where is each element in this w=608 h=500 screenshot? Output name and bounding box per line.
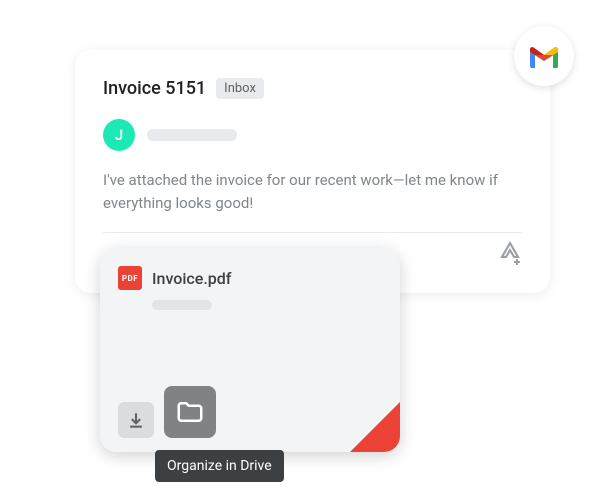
attachment-card[interactable]: PDF Invoice.pdf — [100, 248, 400, 452]
attachment-meta-placeholder — [152, 300, 212, 310]
email-body: I've attached the invoice for our recent… — [103, 169, 522, 214]
sender-name-placeholder — [147, 129, 237, 141]
organize-in-drive-button[interactable] — [164, 386, 216, 438]
gmail-icon — [514, 26, 574, 86]
pdf-icon: PDF — [118, 266, 142, 290]
attachment-header: PDF Invoice.pdf — [118, 266, 382, 290]
attachment-actions — [118, 386, 216, 438]
fold-corner-decoration — [350, 402, 400, 452]
tooltip: Organize in Drive — [155, 450, 284, 482]
divider — [103, 232, 522, 233]
download-button[interactable] — [118, 402, 154, 438]
add-to-drive-icon[interactable] — [498, 241, 522, 269]
subject-row: Invoice 5151 Inbox — [103, 78, 522, 99]
avatar[interactable]: J — [103, 119, 135, 151]
inbox-badge[interactable]: Inbox — [216, 78, 264, 99]
sender-row: J — [103, 119, 522, 151]
attachment-filename: Invoice.pdf — [152, 269, 231, 288]
email-subject: Invoice 5151 — [103, 78, 206, 99]
